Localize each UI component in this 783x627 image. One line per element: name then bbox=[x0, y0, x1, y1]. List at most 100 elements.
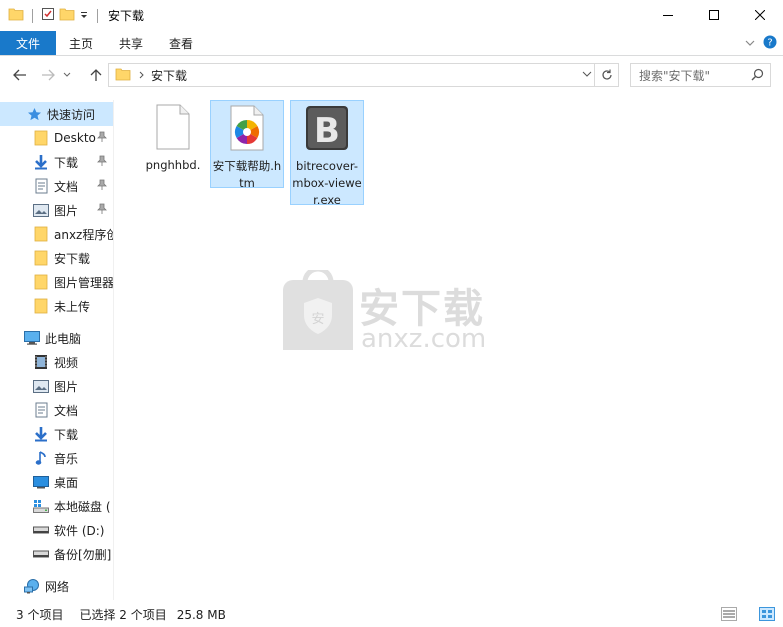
chevron-right-icon[interactable] bbox=[139, 68, 145, 82]
tab-home[interactable]: 主页 bbox=[56, 31, 106, 55]
music-icon bbox=[33, 450, 49, 466]
divider bbox=[32, 8, 33, 23]
address-dropdown-icon[interactable] bbox=[582, 68, 592, 82]
sidebar-item-label: 文档 bbox=[54, 179, 79, 194]
quick-access-toolbar bbox=[0, 0, 102, 31]
sidebar-item-label: 此电脑 bbox=[45, 331, 82, 346]
window-title: 安下载 bbox=[108, 9, 145, 23]
sidebar-item-label: 视频 bbox=[54, 355, 79, 370]
pin-icon bbox=[97, 155, 107, 170]
sidebar-item-not-uploaded-folder[interactable]: 未上传 bbox=[0, 294, 113, 318]
selection-size: 25.8 MB bbox=[176, 607, 226, 622]
large-icons-view-icon[interactable] bbox=[759, 607, 775, 624]
properties-icon[interactable] bbox=[41, 7, 55, 24]
sidebar-item-label: 安下载 bbox=[54, 251, 91, 266]
pin-icon bbox=[97, 131, 107, 146]
sidebar-item-software-drive[interactable]: 软件 (D:) bbox=[0, 518, 113, 542]
search-icon[interactable] bbox=[751, 68, 764, 84]
sidebar-item-label: 网络 bbox=[45, 579, 70, 594]
refresh-button[interactable] bbox=[594, 64, 618, 86]
customize-toolbar-icon[interactable] bbox=[79, 9, 89, 23]
sidebar-item-anxiazai-folder[interactable]: 安下载 bbox=[0, 246, 113, 270]
sidebar-item-pc-documents[interactable]: 文档 bbox=[0, 398, 113, 422]
sidebar-item-quick-access[interactable]: 快速访问 bbox=[0, 102, 113, 126]
sidebar-item-label: 本地磁盘 ( bbox=[54, 499, 111, 514]
computer-icon bbox=[24, 330, 40, 346]
sidebar-item-label: 未上传 bbox=[54, 299, 91, 314]
file-item-help-htm[interactable]: 安下载帮助.htm bbox=[210, 100, 284, 190]
back-button[interactable] bbox=[8, 63, 32, 87]
search-placeholder: 搜索"安下载" bbox=[639, 68, 711, 83]
desktop-icon bbox=[33, 474, 49, 490]
sidebar-item-label: 文档 bbox=[54, 403, 79, 418]
sidebar-item-documents[interactable]: 文档 bbox=[0, 174, 113, 198]
tab-file[interactable]: 文件 bbox=[0, 31, 57, 55]
new-folder-icon[interactable] bbox=[59, 7, 75, 24]
forward-button[interactable] bbox=[36, 63, 60, 87]
title-bar: 安下载 bbox=[0, 0, 783, 31]
folder-icon bbox=[33, 226, 49, 242]
sidebar-item-label: 图片 bbox=[54, 203, 79, 218]
sidebar-item-desktop-pc[interactable]: 桌面 bbox=[0, 470, 113, 494]
sidebar-item-pictures[interactable]: 图片 bbox=[0, 198, 113, 222]
sidebar-item-label: 音乐 bbox=[54, 451, 79, 466]
sidebar-item-music[interactable]: 音乐 bbox=[0, 446, 113, 470]
minimize-button[interactable] bbox=[645, 0, 691, 30]
file-item-pnghhbd[interactable]: pnghhbd. bbox=[136, 100, 210, 182]
sidebar-item-anxz-folder[interactable]: anxz程序创 bbox=[0, 222, 113, 246]
details-view-icon[interactable] bbox=[721, 607, 737, 624]
sidebar-item-label: anxz程序创 bbox=[54, 227, 113, 242]
sidebar-item-desktop[interactable]: Deskto bbox=[0, 126, 113, 150]
up-button[interactable] bbox=[84, 63, 108, 87]
tab-share[interactable]: 共享 bbox=[106, 31, 156, 55]
folder-icon bbox=[33, 274, 49, 290]
navigation-pane: 快速访问 Deskto 下载 文档 图片 anxz程序创 安下载 图片管理器 未… bbox=[0, 100, 113, 600]
sidebar-item-downloads[interactable]: 下载 bbox=[0, 150, 113, 174]
document-icon bbox=[33, 178, 49, 194]
sidebar-item-this-pc[interactable]: 此电脑 bbox=[0, 326, 113, 350]
sidebar-item-label: 快速访问 bbox=[47, 107, 96, 122]
help-icon[interactable]: ? bbox=[763, 35, 777, 52]
drive-icon bbox=[33, 522, 49, 538]
drive-icon bbox=[33, 546, 49, 562]
folder-icon bbox=[8, 7, 24, 24]
divider bbox=[97, 8, 98, 23]
download-icon bbox=[33, 154, 49, 170]
file-item-bitrecover-exe[interactable]: B bitrecover-mbox-viewer.exe bbox=[290, 100, 364, 207]
sidebar-item-videos[interactable]: 视频 bbox=[0, 350, 113, 374]
svg-text:安: 安 bbox=[311, 312, 324, 327]
search-input[interactable]: 搜索"安下载" bbox=[630, 63, 771, 87]
blank-file-icon bbox=[155, 104, 191, 153]
breadcrumb[interactable]: 安下载 bbox=[151, 67, 187, 84]
sidebar-item-label: 桌面 bbox=[54, 475, 79, 490]
video-icon bbox=[33, 354, 49, 370]
svg-text:B: B bbox=[314, 111, 340, 151]
file-name: pnghhbd. bbox=[145, 158, 201, 172]
pin-icon bbox=[97, 179, 107, 194]
sidebar-item-image-manager-folder[interactable]: 图片管理器 bbox=[0, 270, 113, 294]
pin-icon bbox=[97, 203, 107, 218]
sidebar-item-pc-pictures[interactable]: 图片 bbox=[0, 374, 113, 398]
folder-icon bbox=[33, 298, 49, 314]
sidebar-item-backup-drive[interactable]: 备份[勿删] bbox=[0, 542, 113, 566]
sidebar-item-label: 软件 (D:) bbox=[54, 523, 105, 538]
document-icon bbox=[33, 402, 49, 418]
sidebar-item-local-disk[interactable]: 本地磁盘 ( bbox=[0, 494, 113, 518]
close-button[interactable] bbox=[737, 0, 783, 30]
address-bar[interactable]: 安下载 bbox=[108, 63, 619, 87]
exe-b-icon: B bbox=[305, 105, 349, 154]
sidebar-item-pc-downloads[interactable]: 下载 bbox=[0, 422, 113, 446]
picture-icon bbox=[33, 202, 49, 218]
sidebar-item-label: 备份[勿删] bbox=[54, 547, 112, 562]
maximize-button[interactable] bbox=[691, 0, 737, 30]
watermark-text-en: anxz.com bbox=[361, 324, 487, 354]
sidebar-item-network[interactable]: 网络 bbox=[0, 574, 113, 598]
picture-icon bbox=[33, 378, 49, 394]
download-icon bbox=[33, 426, 49, 442]
tab-view[interactable]: 查看 bbox=[156, 31, 206, 55]
recent-locations-button[interactable] bbox=[60, 63, 74, 87]
star-icon bbox=[26, 106, 42, 122]
sidebar-item-label: 图片管理器 bbox=[54, 275, 113, 290]
expand-ribbon-icon[interactable] bbox=[745, 36, 755, 50]
navigation-bar: 安下载 搜索"安下载" bbox=[0, 61, 783, 90]
